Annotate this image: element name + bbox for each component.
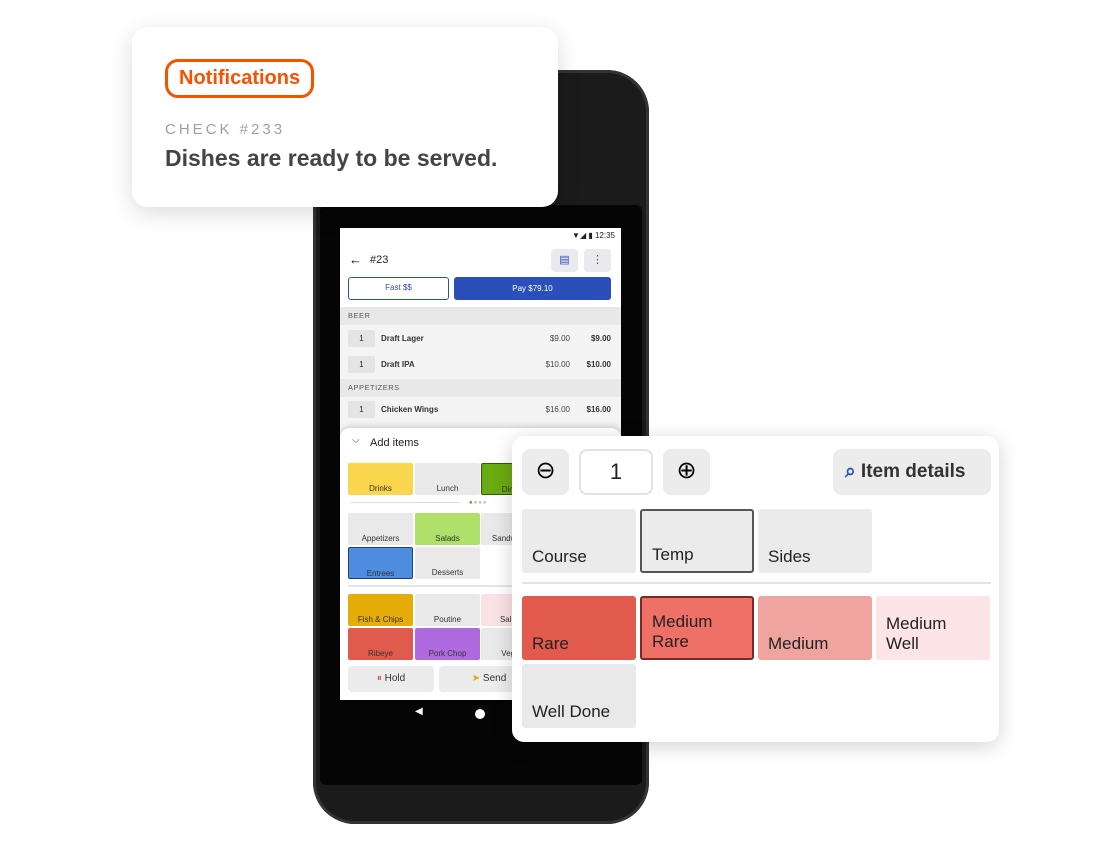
minus-circle-icon: ⊖: [535, 457, 556, 484]
back-arrow-icon[interactable]: ←: [349, 252, 362, 267]
tile-entrees[interactable]: Entrees: [348, 547, 413, 579]
tile-drinks[interactable]: Drinks: [348, 463, 413, 495]
pay-button[interactable]: Pay $79.10: [454, 277, 611, 300]
item-details-button[interactable]: ⌕ Item details: [833, 449, 991, 495]
tile-lunch[interactable]: Lunch: [415, 463, 480, 495]
more-vert-icon[interactable]: ⋮: [584, 249, 611, 272]
pause-icon: ⏸: [376, 673, 382, 684]
item-details-label: Item details: [860, 461, 966, 482]
qty: 1: [348, 330, 375, 347]
check-number: CHECK #233: [165, 121, 286, 138]
send-label: Send: [482, 673, 507, 684]
decrement-button[interactable]: ⊖: [522, 449, 569, 495]
notifications-badge: Notifications: [165, 59, 315, 98]
tile-pork-chop[interactable]: Pork Chop: [415, 628, 480, 660]
temp-option-rare[interactable]: Rare: [522, 596, 636, 660]
total: $9.00: [590, 334, 611, 343]
nav-back-icon[interactable]: ◀: [415, 706, 423, 717]
notification-card: Notifications CHECK #233 Dishes are read…: [132, 27, 558, 207]
tile-fish-chips[interactable]: Fish & Chips: [348, 594, 413, 626]
modifier-group-temp[interactable]: Temp: [640, 509, 754, 573]
hold-button[interactable]: ⏸ Hold: [348, 666, 434, 692]
order-row[interactable]: 1 Draft IPA $10.00 $10.00: [340, 353, 621, 377]
status-bar: ▼◢ ▮ 12:35: [340, 228, 621, 244]
modifier-group-sides[interactable]: Sides: [758, 509, 872, 573]
divider: [350, 502, 460, 503]
check-title: #23: [370, 254, 389, 266]
price: $16.00: [545, 405, 570, 414]
total: $10.00: [586, 360, 611, 369]
price: $10.00: [545, 360, 570, 369]
qty: 1: [348, 356, 375, 373]
tile-appetizers[interactable]: Appetizers: [348, 513, 413, 545]
hold-label: Hold: [384, 673, 406, 684]
qty: 1: [348, 401, 375, 418]
temp-option-medium[interactable]: Medium: [758, 596, 872, 660]
section-header: APPETIZERS: [340, 379, 621, 397]
item-name: Draft Lager: [381, 334, 424, 343]
total: $16.00: [586, 405, 611, 414]
item-modifier-panel: ⊖ 1 ⊕ ⌕ Item details Course Temp Sides Rar…: [512, 436, 999, 742]
section-header: BEER: [340, 307, 621, 325]
order-row[interactable]: 1 Chicken Wings $16.00 $16.00: [340, 398, 621, 422]
temp-option-well-done[interactable]: Well Done: [522, 664, 636, 728]
order-row[interactable]: 1 Draft Lager $9.00 $9.00: [340, 327, 621, 351]
item-name: Chicken Wings: [381, 405, 439, 414]
status-time: 12:35: [594, 231, 615, 240]
plus-circle-icon: ⊕: [676, 457, 697, 484]
temp-option-medium-well[interactable]: Medium Well: [876, 596, 990, 660]
order-header: ← #23 ▤ ⋮ Fast $$ Pay $79.10: [340, 244, 621, 308]
add-items-title: Add items: [370, 437, 419, 449]
item-name: Draft IPA: [381, 360, 415, 369]
page-dots[interactable]: ●●●●: [469, 500, 488, 506]
divider: [522, 582, 991, 584]
tile-ribeye[interactable]: Ribeye: [348, 628, 413, 660]
temp-option-medium-rare[interactable]: Medium Rare: [640, 596, 754, 660]
send-icon: ➤: [471, 673, 481, 684]
fast-cash-button[interactable]: Fast $$: [348, 277, 449, 300]
receipt-icon[interactable]: ▤: [551, 249, 578, 272]
tile-poutine[interactable]: Poutine: [415, 594, 480, 626]
price: $9.00: [549, 334, 570, 343]
tile-desserts[interactable]: Desserts: [415, 547, 480, 579]
notification-message: Dishes are ready to be served.: [165, 145, 498, 171]
quantity-input[interactable]: 1: [579, 449, 653, 495]
increment-button[interactable]: ⊕: [663, 449, 710, 495]
modifier-group-course[interactable]: Course: [522, 509, 636, 573]
chevron-down-icon[interactable]: ⌵: [352, 435, 360, 446]
tile-salads[interactable]: Salads: [415, 513, 480, 545]
notebook-search-icon: ⌕: [845, 461, 856, 482]
nav-home-icon[interactable]: [475, 709, 485, 719]
